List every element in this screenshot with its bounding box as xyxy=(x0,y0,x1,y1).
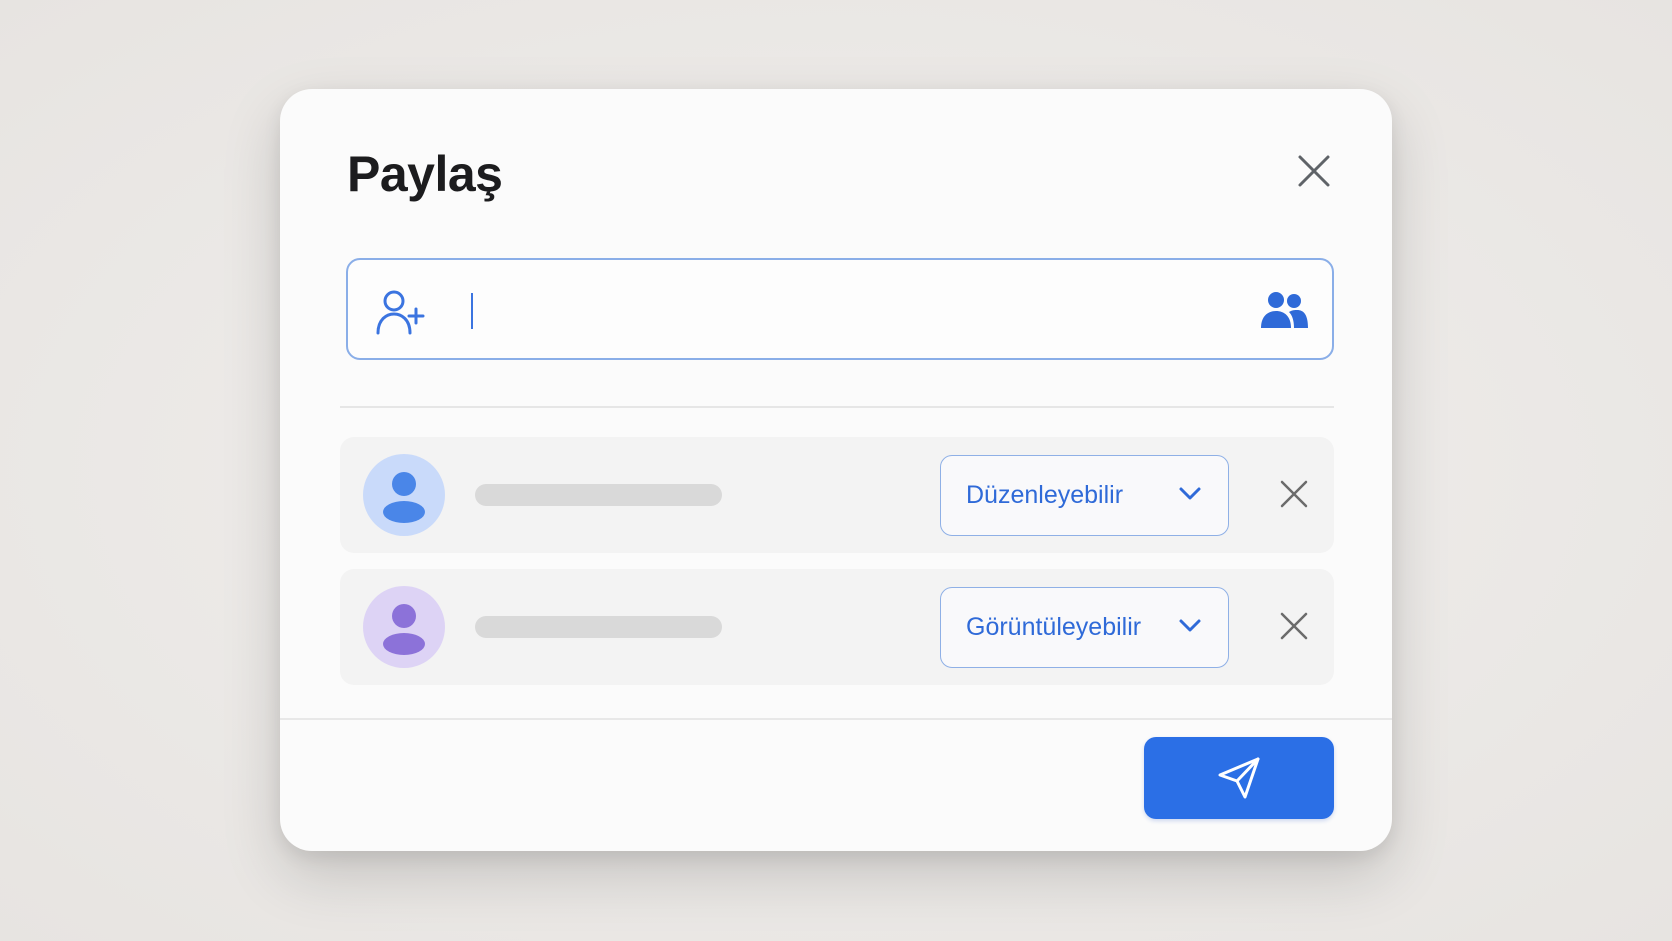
name-placeholder xyxy=(475,616,722,638)
person-add-icon xyxy=(376,290,425,335)
chevron-down-icon xyxy=(1179,619,1201,632)
role-label: Görüntüleyebilir xyxy=(966,613,1142,641)
close-icon xyxy=(1280,612,1308,640)
remove-person-button[interactable] xyxy=(1274,474,1314,514)
dialog-title: Paylaş xyxy=(347,146,503,202)
role-label: Düzenleyebilir xyxy=(966,481,1124,509)
person-icon xyxy=(383,472,425,523)
person-row: Görüntüleyebilir xyxy=(340,569,1334,685)
close-button[interactable] xyxy=(1288,145,1340,197)
send-icon xyxy=(1218,757,1260,799)
avatar xyxy=(363,454,445,536)
groups-icon[interactable] xyxy=(1259,290,1309,330)
add-people-input[interactable] xyxy=(466,282,1226,338)
text-caret xyxy=(471,293,473,329)
footer-divider xyxy=(280,718,1392,720)
avatar xyxy=(363,586,445,668)
add-people-field[interactable] xyxy=(346,258,1334,360)
name-placeholder xyxy=(475,484,722,506)
share-dialog: Paylaş Düzenleyebilir Görüntüleyebilir xyxy=(280,89,1392,851)
chevron-down-icon xyxy=(1179,487,1201,500)
person-icon xyxy=(383,604,425,655)
role-dropdown[interactable]: Görüntüleyebilir xyxy=(940,587,1229,668)
divider xyxy=(340,406,1334,408)
close-icon xyxy=(1298,155,1330,187)
remove-person-button[interactable] xyxy=(1274,606,1314,646)
close-icon xyxy=(1280,480,1308,508)
person-row: Düzenleyebilir xyxy=(340,437,1334,553)
role-dropdown[interactable]: Düzenleyebilir xyxy=(940,455,1229,536)
send-button[interactable] xyxy=(1144,737,1334,819)
